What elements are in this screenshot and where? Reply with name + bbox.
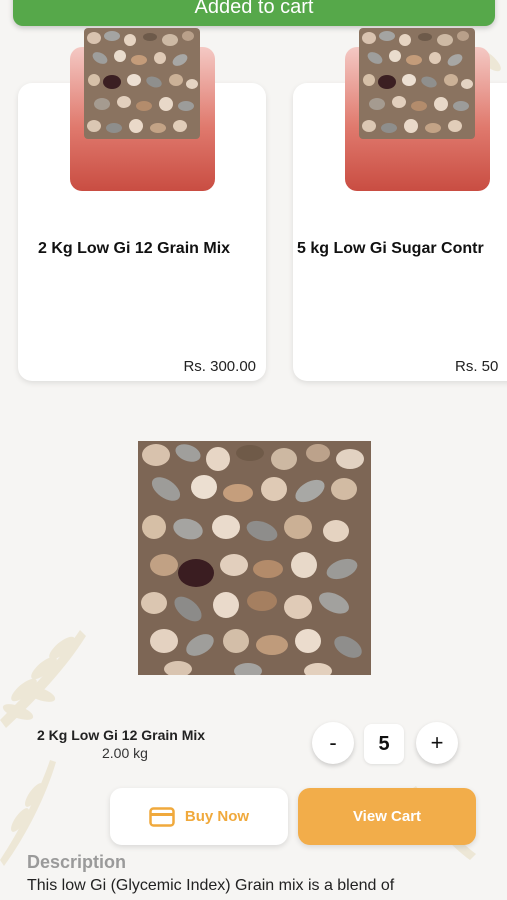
added-to-cart-toast: Added to cart xyxy=(13,0,495,26)
toast-message: Added to cart xyxy=(194,0,314,18)
description-text: This low Gi (Glycemic Index) Grain mix i… xyxy=(27,877,395,894)
buy-now-label: Buy Now xyxy=(184,808,250,825)
product-main-image xyxy=(138,441,371,675)
product-name: 2 Kg Low Gi 12 Grain Mix xyxy=(37,727,206,743)
product-image xyxy=(84,28,200,139)
related-product-title: 2 Kg Low Gi 12 Grain Mix xyxy=(38,240,231,257)
related-product-price: Rs. 50 xyxy=(455,358,499,375)
increase-quantity-button[interactable]: + xyxy=(416,722,458,764)
related-product-price: Rs. 300.00 xyxy=(183,358,256,375)
quantity-value: 5 xyxy=(364,724,404,764)
buy-now-button[interactable]: Buy Now xyxy=(110,788,288,845)
view-cart-button[interactable]: View Cart xyxy=(298,788,476,845)
view-cart-label: View Cart xyxy=(352,808,422,825)
decrease-quantity-button[interactable]: - xyxy=(312,722,354,764)
related-product-card[interactable]: 2 Kg Low Gi 12 Grain Mix Rs. 300.00 xyxy=(18,28,266,381)
description-heading: Description xyxy=(27,852,127,872)
product-image xyxy=(359,28,475,139)
card-icon xyxy=(149,806,175,827)
product-weight: 2.00 kg xyxy=(102,745,148,761)
related-product-card[interactable]: 5 kg Low Gi Sugar Contr Rs. 50 xyxy=(293,28,507,381)
related-product-title: 5 kg Low Gi Sugar Contr xyxy=(297,240,484,257)
